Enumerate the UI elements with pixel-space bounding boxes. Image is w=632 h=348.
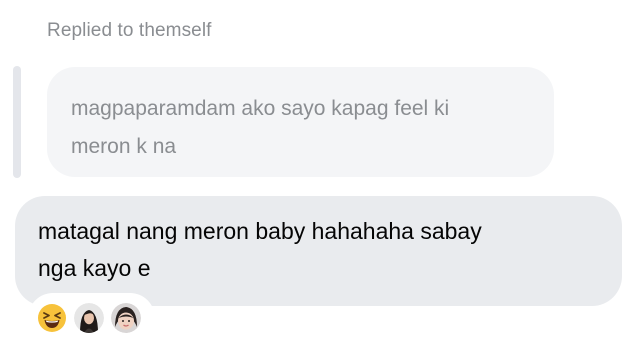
message-bubble[interactable]: matagal nang meron baby hahahaha sabay n… — [15, 196, 622, 306]
user-avatar — [74, 303, 104, 333]
quoted-message-bubble[interactable]: magpaparamdam ako sayo kapag feel ki mer… — [47, 67, 554, 177]
reactions-bar[interactable] — [28, 293, 155, 343]
reply-indicator-bar — [13, 66, 21, 178]
reply-context-label: Replied to themself — [47, 20, 212, 41]
user-avatar — [111, 303, 141, 333]
laughing-emoji-icon — [38, 304, 66, 332]
